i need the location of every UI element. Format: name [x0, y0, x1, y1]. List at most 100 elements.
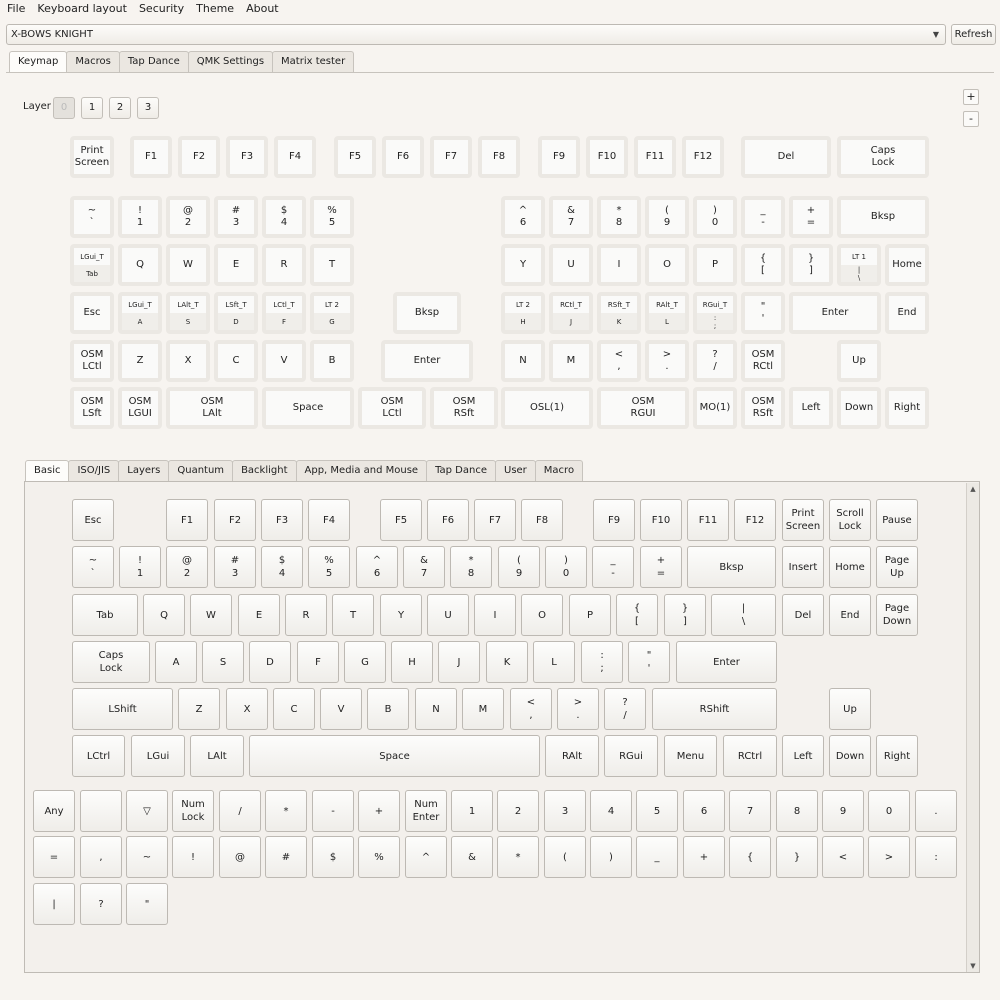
keycode-button[interactable]: F10	[640, 499, 682, 541]
menu-file[interactable]: File	[0, 2, 30, 15]
keycode-button[interactable]: "	[126, 883, 168, 925]
keymap-key[interactable]: F9	[538, 136, 580, 178]
keycode-button[interactable]: 6	[683, 790, 725, 832]
keycode-button[interactable]: <,	[510, 688, 552, 730]
keycode-button[interactable]: (	[544, 836, 586, 878]
keymap-key[interactable]: ^ 6	[501, 196, 545, 238]
tab-backlight[interactable]: Backlight	[232, 460, 297, 481]
keycode-button[interactable]: 2	[497, 790, 539, 832]
zoom-out-button[interactable]: -	[963, 111, 979, 127]
keycode-button[interactable]: I	[474, 594, 516, 636]
keycode-button[interactable]: + =	[640, 546, 682, 588]
keycode-button[interactable]: Left	[782, 735, 824, 777]
keymap-key[interactable]: OSM RSft	[430, 387, 498, 429]
keycode-button[interactable]: .	[915, 790, 957, 832]
keymap-key[interactable]: #3	[214, 196, 258, 238]
keycode-button[interactable]: Insert	[782, 546, 824, 588]
keymap-key[interactable]: OSM RCtl	[741, 340, 785, 382]
keymap-key[interactable]: Print Screen	[70, 136, 114, 178]
keycode-button[interactable]: F11	[687, 499, 729, 541]
keycode-button[interactable]: Q	[143, 594, 185, 636]
keymap-key[interactable]: LT 2 G	[310, 292, 354, 334]
keymap-key[interactable]: (9	[645, 196, 689, 238]
keymap-key[interactable]: E	[214, 244, 258, 286]
keymap-key[interactable]: @2	[166, 196, 210, 238]
keymap-key[interactable]: _ -	[741, 196, 785, 238]
keymap-key[interactable]: Left	[789, 387, 833, 429]
keycode-button[interactable]: #	[265, 836, 307, 878]
keycode-button[interactable]: D	[249, 641, 291, 683]
keycode-button[interactable]: =	[33, 836, 75, 878]
keymap-key[interactable]: Esc	[70, 292, 114, 334]
keymap-key[interactable]: B	[310, 340, 354, 382]
keycode-button[interactable]: 8	[776, 790, 818, 832]
keymap-key[interactable]: F10	[586, 136, 628, 178]
refresh-button[interactable]: Refresh	[951, 24, 996, 45]
keymap-key[interactable]: X	[166, 340, 210, 382]
keymap-key[interactable]: F11	[634, 136, 676, 178]
keymap-key[interactable]: T	[310, 244, 354, 286]
keycode-button[interactable]: Y	[380, 594, 422, 636]
keycode-button[interactable]: N	[415, 688, 457, 730]
keycode-button[interactable]: A	[155, 641, 197, 683]
layer-button-0[interactable]: 0	[53, 97, 75, 119]
keymap-key[interactable]: O	[645, 244, 689, 286]
keymap-key[interactable]: RGui_T:;	[693, 292, 737, 334]
keycode-button[interactable]: 0	[868, 790, 910, 832]
keycode-button[interactable]: U	[427, 594, 469, 636]
keycode-button[interactable]: " '	[628, 641, 670, 683]
keycode-button[interactable]: |	[33, 883, 75, 925]
keycode-button[interactable]: E	[238, 594, 280, 636]
keymap-key[interactable]: Down	[837, 387, 881, 429]
keymap-key[interactable]: OSM RGUI	[597, 387, 689, 429]
keymap-key[interactable]: OSM LCtl	[358, 387, 426, 429]
menu-theme[interactable]: Theme	[189, 2, 239, 15]
keymap-key[interactable]: LT 1 | \	[837, 244, 881, 286]
tab-quantum[interactable]: Quantum	[168, 460, 234, 481]
device-select[interactable]: X-BOWS KNIGHT ▼	[6, 24, 946, 45]
keymap-key[interactable]: Space	[262, 387, 354, 429]
keycode-button[interactable]: ^	[405, 836, 447, 878]
picker-scrollbar[interactable]: ▲ ▼	[966, 483, 979, 972]
keycode-button[interactable]: T	[332, 594, 374, 636]
keycode-button[interactable]: LCtrl	[72, 735, 125, 777]
layer-button-3[interactable]: 3	[137, 97, 159, 119]
keymap-key[interactable]: ! 1	[118, 196, 162, 238]
keycode-button[interactable]: >.	[557, 688, 599, 730]
keycode-button[interactable]: F6	[427, 499, 469, 541]
keymap-key[interactable]: F8	[478, 136, 520, 178]
keycode-button[interactable]: <	[822, 836, 864, 878]
keymap-key[interactable]: M	[549, 340, 593, 382]
keycode-button[interactable]: F12	[734, 499, 776, 541]
keycode-button[interactable]: _	[636, 836, 678, 878]
keymap-key[interactable]: Bksp	[393, 292, 461, 334]
keymap-key[interactable]: Enter	[789, 292, 881, 334]
keycode-button[interactable]: M	[462, 688, 504, 730]
keymap-key[interactable]: C	[214, 340, 258, 382]
keymap-key[interactable]: Bksp	[837, 196, 929, 238]
keycode-button[interactable]: F2	[214, 499, 256, 541]
keycode-button[interactable]: Enter	[676, 641, 777, 683]
keymap-key[interactable]: Del	[741, 136, 831, 178]
keycode-button[interactable]: V	[320, 688, 362, 730]
keycode-button[interactable]: @	[219, 836, 261, 878]
keymap-key[interactable]: + =	[789, 196, 833, 238]
keycode-button[interactable]: ! 1	[119, 546, 161, 588]
keycode-button[interactable]: @2	[166, 546, 208, 588]
keycode-button[interactable]: X	[226, 688, 268, 730]
keycode-button[interactable]: Home	[829, 546, 871, 588]
keymap-key[interactable]: OSM LSft	[70, 387, 114, 429]
keycode-button[interactable]: Del	[782, 594, 824, 636]
keymap-key[interactable]: F3	[226, 136, 268, 178]
tab-qmk-settings[interactable]: QMK Settings	[187, 51, 274, 72]
tab-macros[interactable]: Macros	[66, 51, 120, 72]
keymap-key[interactable]: N	[501, 340, 545, 382]
keycode-button[interactable]: S	[202, 641, 244, 683]
tab-app-media-and-mouse[interactable]: App, Media and Mouse	[295, 460, 428, 481]
keymap-key[interactable]: " '	[741, 292, 785, 334]
keycode-button[interactable]: )	[590, 836, 632, 878]
tab-iso-jis[interactable]: ISO/JIS	[68, 460, 120, 481]
keycode-button[interactable]: RAlt	[545, 735, 599, 777]
layer-button-2[interactable]: 2	[109, 97, 131, 119]
keycode-button[interactable]: ) 0	[545, 546, 587, 588]
